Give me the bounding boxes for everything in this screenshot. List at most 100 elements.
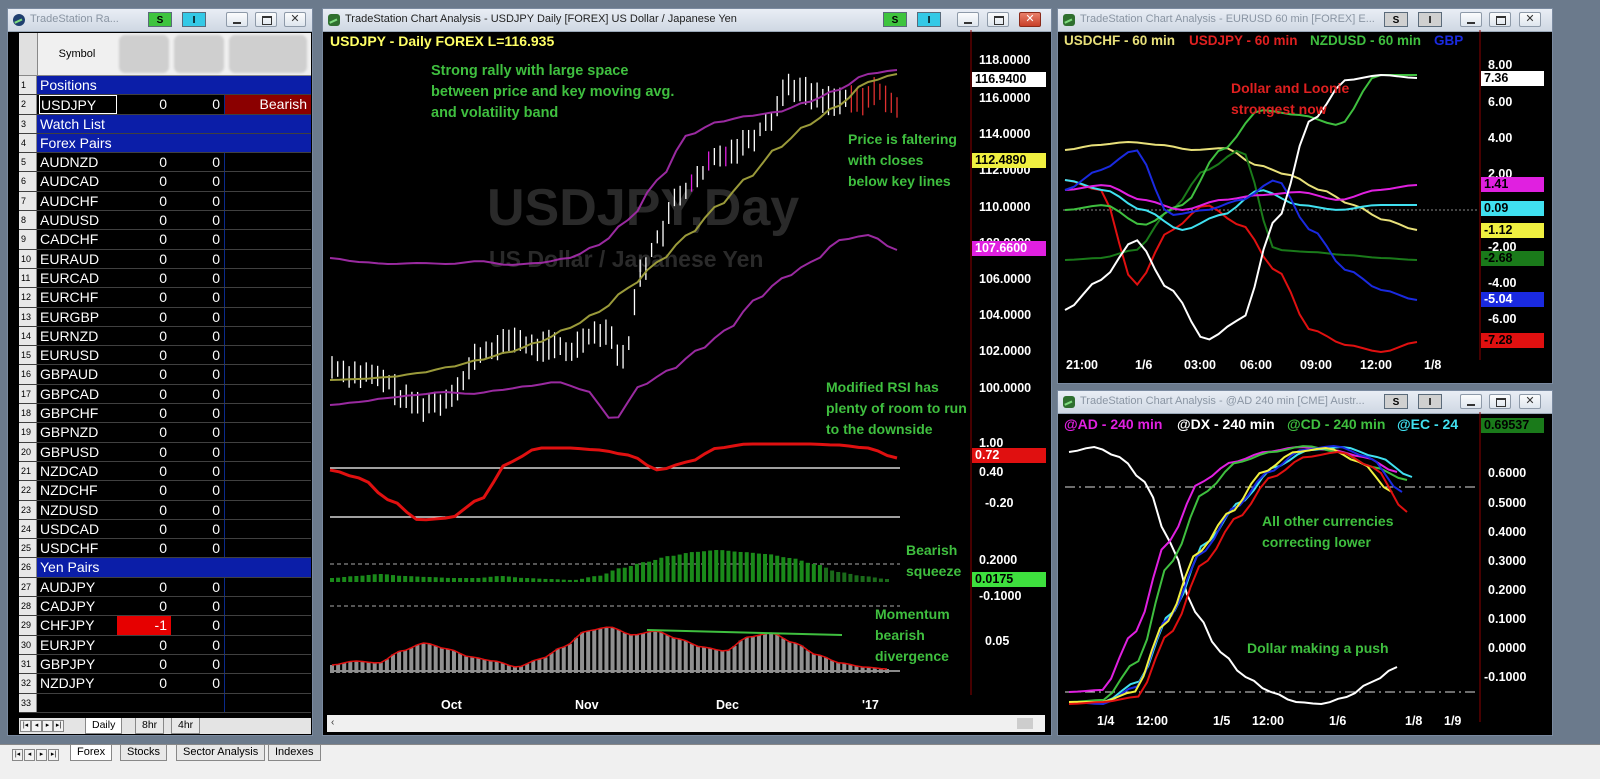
symbol-name[interactable]: EURAUD [39, 250, 117, 268]
section-row[interactable]: 4 Forex Pairs [19, 133, 311, 154]
prev-workspace-nav[interactable]: ◂ [24, 749, 35, 761]
symbol-name[interactable]: EURNZD [39, 327, 117, 345]
signal-cell[interactable]: 0 [171, 654, 225, 674]
status-cell[interactable] [225, 655, 311, 673]
status-cell[interactable] [225, 385, 311, 403]
i-badge[interactable]: I [182, 12, 206, 27]
symbol-row[interactable]: 5 AUDNZD 0 0 [19, 153, 311, 173]
close-button[interactable]: ✕ [284, 12, 306, 27]
signal-cell[interactable]: 0 [171, 268, 225, 288]
symbol-name[interactable]: AUDUSD [39, 211, 117, 229]
next-workspace-nav[interactable]: ▸ [36, 749, 47, 761]
symbol-row[interactable]: 15 EURUSD 0 0 [19, 346, 311, 366]
symbol-row[interactable]: 24 USDCAD 0 0 [19, 519, 311, 540]
status-cell[interactable] [225, 365, 311, 383]
status-cell[interactable] [225, 269, 311, 287]
signal-cell[interactable]: 0 [171, 346, 225, 365]
symbol-name[interactable]: Yen Pairs [39, 558, 311, 577]
symbol-name[interactable]: GBPUSD [39, 443, 117, 461]
symbol-name[interactable]: NZDUSD [39, 501, 117, 519]
s-badge[interactable]: S [148, 12, 172, 27]
signal-cell[interactable]: 0 [117, 250, 171, 268]
status-cell[interactable] [225, 501, 311, 519]
signal-cell[interactable]: 0 [171, 153, 225, 172]
signal-cell[interactable]: 0 [171, 442, 225, 461]
s-badge[interactable]: S [883, 12, 907, 27]
signal-cell[interactable]: 0 [117, 365, 171, 383]
symbol-name[interactable]: AUDJPY [39, 578, 117, 596]
symbol-row[interactable]: 20 GBPUSD 0 0 [19, 442, 311, 462]
symbol-name[interactable]: USDCAD [39, 520, 117, 538]
scroll-left-arrow[interactable]: ‹ [331, 717, 334, 728]
tab-4hr[interactable]: 4hr [171, 718, 201, 734]
signal-cell[interactable]: 0 [171, 211, 225, 230]
symbol-row[interactable]: 22 NZDCHF 0 0 [19, 481, 311, 501]
symbol-row[interactable]: 28 CADJPY 0 0 [19, 597, 311, 617]
status-cell[interactable]: Bearish [225, 95, 311, 114]
symbol-name[interactable]: CHFJPY [39, 616, 117, 634]
last-tab-nav[interactable]: ▸| [53, 720, 64, 732]
symbol-row[interactable]: 9 CADCHF 0 0 [19, 230, 311, 250]
symbol-row[interactable]: 29 CHFJPY -1 0 [19, 616, 311, 636]
symbol-name[interactable] [39, 694, 117, 712]
i-badge[interactable]: I [917, 12, 941, 27]
status-cell[interactable] [225, 172, 311, 190]
section-row[interactable]: 1 Positions [19, 76, 311, 96]
status-cell[interactable] [225, 539, 311, 557]
signal-cell[interactable]: 0 [171, 577, 225, 597]
status-cell[interactable] [225, 520, 311, 538]
symbol-row[interactable]: 6 AUDCAD 0 0 [19, 172, 311, 192]
signal-cell[interactable]: 0 [171, 481, 225, 500]
next-tab-nav[interactable]: ▸ [42, 720, 53, 732]
ad-titlebar[interactable]: TradeStation Chart Analysis - @AD 240 mi… [1058, 391, 1552, 414]
signal-cell[interactable]: 0 [117, 327, 171, 345]
symbol-row[interactable]: 7 AUDCHF 0 0 [19, 191, 311, 212]
symbol-name[interactable]: NZDCHF [39, 481, 117, 499]
status-cell[interactable] [225, 616, 311, 634]
signal-cell[interactable] [117, 694, 171, 712]
signal-cell[interactable]: 0 [117, 269, 171, 287]
symbol-row[interactable]: 27 AUDJPY 0 0 [19, 577, 311, 598]
radar-titlebar[interactable]: TradeStation Ra... S I ✕ [8, 9, 312, 32]
symbol-name[interactable]: GBPJPY [39, 655, 117, 673]
status-cell[interactable] [225, 481, 311, 499]
signal-cell[interactable]: 0 [171, 674, 225, 693]
last-workspace-nav[interactable]: ▸| [48, 749, 59, 761]
symbol-name[interactable]: Watch List [39, 114, 311, 133]
signal-cell[interactable]: 0 [117, 308, 171, 326]
status-cell[interactable] [225, 423, 311, 441]
symbol-name[interactable]: EURJPY [39, 636, 117, 654]
status-cell[interactable] [225, 211, 311, 229]
s-badge[interactable]: S [1384, 394, 1408, 409]
symbol-name[interactable]: NZDCAD [39, 462, 117, 480]
signal-cell[interactable]: 0 [117, 95, 171, 113]
i-badge[interactable]: I [1418, 394, 1442, 409]
symbol-row[interactable]: 14 EURNZD 0 0 [19, 326, 311, 347]
maximize-button[interactable] [1489, 12, 1511, 27]
maximize-button[interactable] [255, 12, 277, 27]
signal-cell[interactable]: 0 [171, 326, 225, 346]
close-button[interactable]: ✕ [1519, 394, 1541, 409]
symbol-row[interactable]: 30 EURJPY 0 0 [19, 635, 311, 655]
signal-cell[interactable]: 0 [171, 461, 225, 481]
signal-cell[interactable]: 0 [117, 153, 171, 171]
symbol-row[interactable]: 12 EURCHF 0 0 [19, 288, 311, 308]
prev-tab-nav[interactable]: ◂ [31, 720, 42, 732]
symbol-row[interactable]: 21 NZDCAD 0 0 [19, 461, 311, 482]
signal-cell[interactable]: 0 [171, 500, 225, 519]
symbol-name[interactable]: GBPAUD [39, 365, 117, 383]
tab-8hr[interactable]: 8hr [135, 718, 165, 734]
s-badge[interactable]: S [1384, 12, 1408, 27]
tab-indexes[interactable]: Indexes [268, 745, 321, 761]
status-cell[interactable] [225, 636, 311, 654]
signal-cell[interactable]: 0 [171, 288, 225, 307]
symbol-row[interactable]: 33 [19, 693, 311, 713]
close-button[interactable]: ✕ [1519, 12, 1541, 27]
symbol-row[interactable]: 8 AUDUSD 0 0 [19, 211, 311, 231]
signal-cell[interactable]: 0 [171, 95, 225, 114]
maximize-button[interactable] [1489, 394, 1511, 409]
symbol-name[interactable]: AUDCHF [39, 192, 117, 210]
signal-cell[interactable]: 0 [117, 288, 171, 306]
status-cell[interactable] [225, 694, 311, 712]
scroll-thumb[interactable] [1017, 718, 1033, 729]
